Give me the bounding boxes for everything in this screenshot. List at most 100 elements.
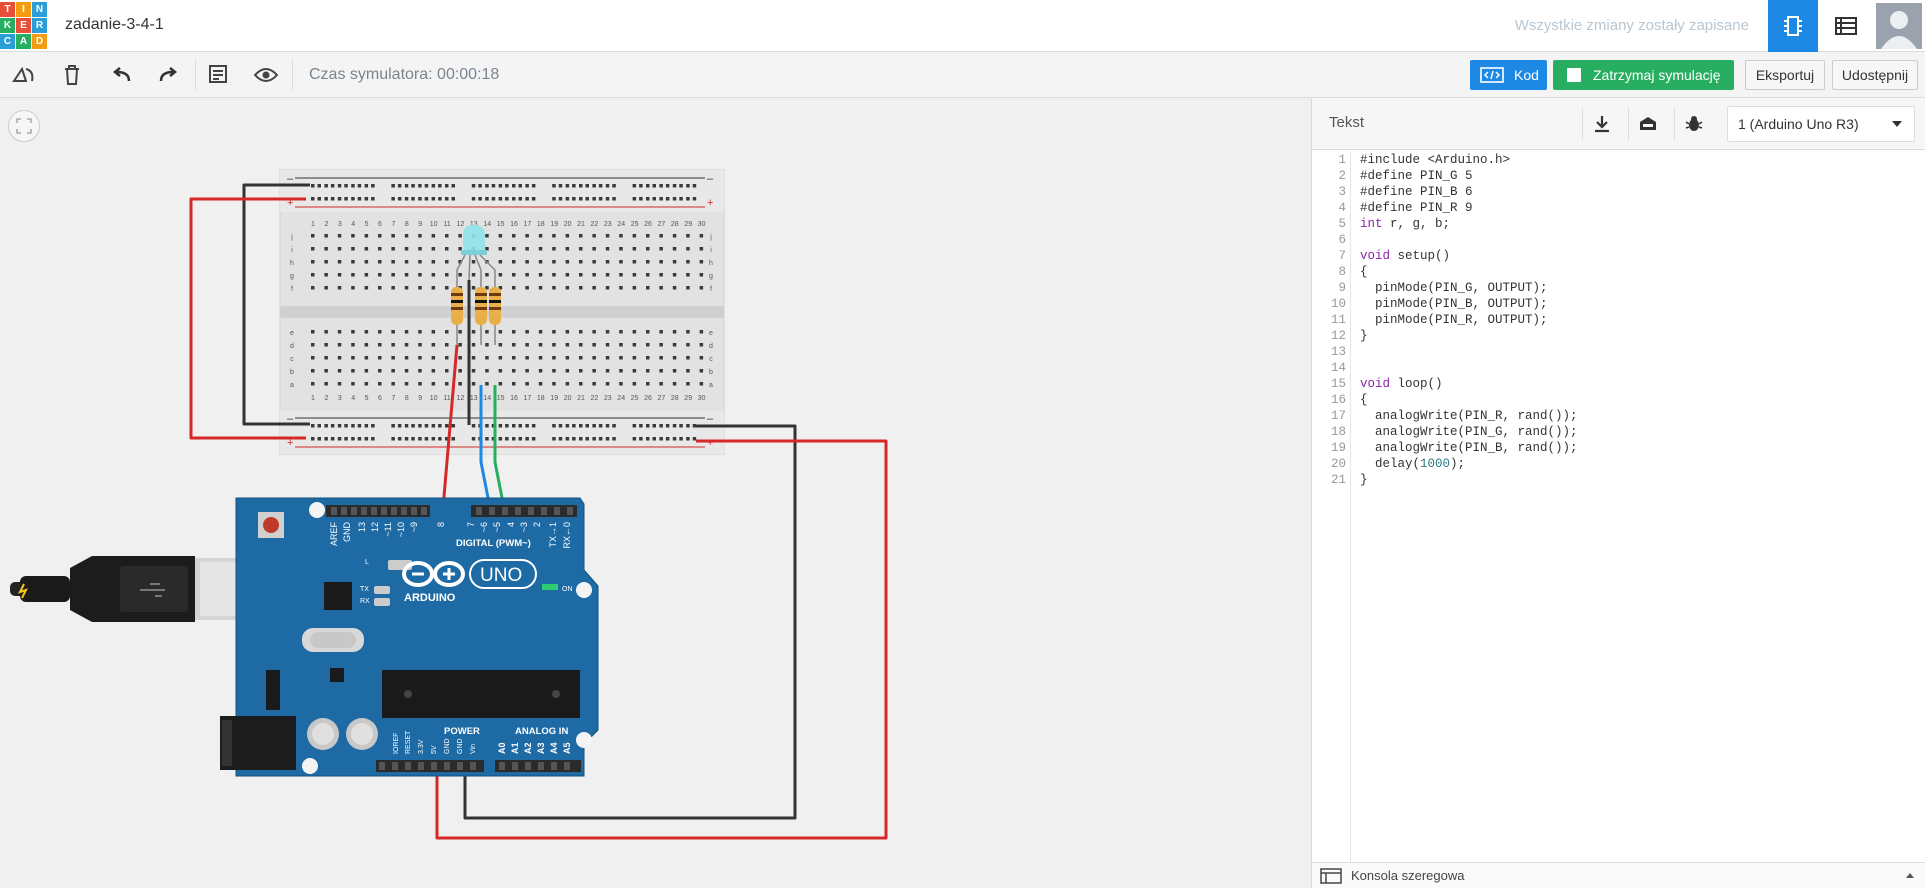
code-line[interactable]: delay(1000); [1360,456,1578,472]
code-line[interactable]: } [1360,328,1578,344]
download-button[interactable] [1582,108,1620,140]
power-pin-label: 5V [431,745,438,754]
circuit-view-button[interactable] [1768,0,1818,52]
circuit-canvas[interactable]: – + – + – + – + 1 1 2 2 3 3 4 4 5 5 6 6 7 7 8 8 9 9 10 10 11… [0,98,1311,888]
notes-button[interactable] [203,61,233,89]
row-label: j [709,234,712,241]
pin-label: ~5 [492,522,502,532]
library-icon [1639,117,1656,130]
row-label: g [290,273,294,280]
library-button[interactable] [1628,108,1666,140]
column-label: 29 [684,395,692,402]
code-line[interactable]: #include <Arduino.h> [1360,152,1578,168]
circuit-drawing: – + – + – + – + 112233445566778899101011… [10,169,888,840]
code-line[interactable]: #define PIN_B 6 [1360,184,1578,200]
column-label: 14 [483,221,491,228]
code-line[interactable]: } [1360,472,1578,488]
board-model-label: UNO [480,565,522,586]
arduino-uno-board[interactable]: AREF GND 13 12 ~11 ~10 ~9 8 7 ~6 ~5 4 ~3 2 TX→1 RX←0IOR… [220,497,599,777]
code-line[interactable] [1360,232,1578,248]
column-label: 17 [524,395,532,402]
code-line[interactable]: pinMode(PIN_G, OUTPUT); [1360,280,1578,296]
svg-text:+: + [707,437,713,449]
column-label: 9 [418,395,422,402]
line-number: 21 [1330,473,1346,487]
column-label: 16 [510,395,518,402]
row-label: d [709,343,713,350]
list-view-button[interactable] [1822,0,1870,52]
code-line[interactable] [1360,360,1578,376]
tinkercad-logo[interactable]: TIN KER CAD [0,2,47,49]
code-line[interactable]: void loop() [1360,376,1578,392]
export-button[interactable]: Eksportuj [1745,60,1825,90]
editor-mode-label[interactable]: Tekst [1329,114,1364,131]
line-numbers: 1 2 3 4 5 6 7 8 9 10 11 12 13 14 15 16 17 18 19 20 21 [1312,152,1351,862]
pin-label: 4 [506,522,516,527]
line-number: 19 [1330,441,1346,455]
delete-button[interactable] [57,61,87,89]
line-number: 20 [1330,457,1346,471]
column-label: 7 [391,221,395,228]
column-label: 2 [324,221,328,228]
stop-simulation-button[interactable]: Zatrzymaj symulację [1553,60,1734,90]
share-button[interactable]: Udostępnij [1832,60,1918,90]
column-label: 29 [684,221,692,228]
code-line[interactable]: { [1360,392,1578,408]
code-lines[interactable]: #include <Arduino.h> #define PIN_G 5 #defi… [1360,152,1578,488]
expand-up-icon[interactable] [1906,873,1914,878]
code-line[interactable]: analogWrite(PIN_R, rand()); [1360,408,1578,424]
pin-label: ~11 [383,522,393,537]
column-label: 24 [617,221,625,228]
editor-toolbar: Czas symulatora: 00:00:18 Kod Zatrzymaj … [0,52,1925,98]
visibility-button[interactable] [251,61,281,89]
code-line[interactable] [1360,344,1578,360]
debugger-button[interactable] [1674,108,1712,140]
rotate-button[interactable] [9,61,39,89]
code-line[interactable]: analogWrite(PIN_B, rand()); [1360,440,1578,456]
code-line[interactable]: pinMode(PIN_B, OUTPUT); [1360,296,1578,312]
column-label: 26 [644,221,652,228]
pin-label: ~3 [519,522,529,532]
simulator-time: Czas symulatora: 00:00:18 [309,66,500,83]
code-line[interactable]: { [1360,264,1578,280]
code-editor[interactable]: 1 2 3 4 5 6 7 8 9 10 11 12 13 14 15 16 17 18 19 20 21 #inclu… [1312,152,1925,862]
project-name[interactable]: zadanie-3-4-1 [65,16,164,34]
code-line[interactable]: #define PIN_G 5 [1360,168,1578,184]
pin-label: RX←0 [562,522,572,549]
serial-monitor-toggle[interactable]: Konsola szeregowa [1312,862,1925,888]
l-led-label: L [365,559,369,566]
code-line[interactable]: #define PIN_R 9 [1360,200,1578,216]
code-line[interactable]: pinMode(PIN_R, OUTPUT); [1360,312,1578,328]
board-select[interactable]: 1 (Arduino Uno R3) [1727,106,1915,142]
code-line[interactable]: void setup() [1360,248,1578,264]
code-button[interactable]: Kod [1470,60,1547,90]
code-line[interactable]: analogWrite(PIN_G, rand()); [1360,424,1578,440]
on-led-label: ON [562,586,573,593]
column-label: 18 [537,395,545,402]
code-line[interactable]: int r, g, b; [1360,216,1578,232]
column-label: 2 [324,395,328,402]
breadboard[interactable]: – + – + – + – + 112233445566778899101011… [279,169,725,455]
power-pin-label: IOREF [393,733,400,754]
pin-label: 13 [357,522,367,532]
column-label: 14 [483,395,491,402]
line-number: 3 [1338,185,1346,199]
logo-letter: R [32,18,47,33]
svg-text:+: + [707,197,713,209]
undo-button[interactable] [106,61,136,89]
line-number: 14 [1330,361,1346,375]
power-pin-label: GND [444,738,451,754]
row-label: d [290,343,294,350]
column-label: 15 [497,221,505,228]
line-number: 10 [1330,297,1346,311]
avatar-icon [1875,3,1922,49]
column-label: 28 [671,221,679,228]
column-label: 19 [550,395,558,402]
redo-button[interactable] [154,61,184,89]
chevron-down-icon [1892,121,1902,127]
line-number: 12 [1330,329,1346,343]
code-button-label: Kod [1514,67,1539,83]
user-avatar[interactable] [1872,0,1925,52]
undo-icon [112,67,131,82]
column-label: 5 [365,221,369,228]
